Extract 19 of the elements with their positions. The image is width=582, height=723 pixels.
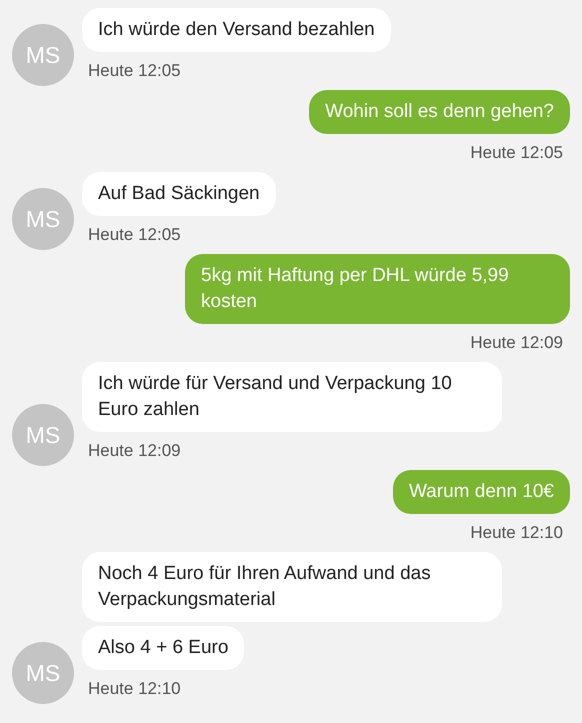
message-bubble: Auf Bad Säckingen (82, 172, 276, 216)
avatar: MS (12, 642, 74, 704)
message-bubble: Wohin soll es denn gehen? (309, 90, 570, 134)
timestamp: Heute 12:05 (88, 62, 181, 80)
timestamp: Heute 12:09 (88, 442, 181, 460)
message-bubble: 5kg mit Haftung per DHL würde 5,99 kosten (185, 254, 570, 324)
avatar: MS (12, 24, 74, 86)
avatar: MS (12, 404, 74, 466)
avatar: MS (12, 188, 74, 250)
message-bubble: Noch 4 Euro für Ihren Aufwand und das Verpackungsmaterial (82, 552, 502, 622)
timestamp: Heute 12:05 (470, 144, 563, 162)
timestamp: Heute 12:09 (470, 334, 563, 352)
timestamp: Heute 12:05 (88, 226, 181, 244)
message-bubble: Also 4 + 6 Euro (82, 626, 244, 670)
timestamp: Heute 12:10 (470, 524, 563, 542)
message-bubble: Ich würde für Versand und Verpackung 10 Euro zahlen (82, 362, 502, 432)
message-bubble: Ich würde den Versand bezahlen (82, 8, 391, 52)
timestamp: Heute 12:10 (88, 680, 181, 698)
message-bubble: Warum denn 10€ (392, 470, 570, 514)
